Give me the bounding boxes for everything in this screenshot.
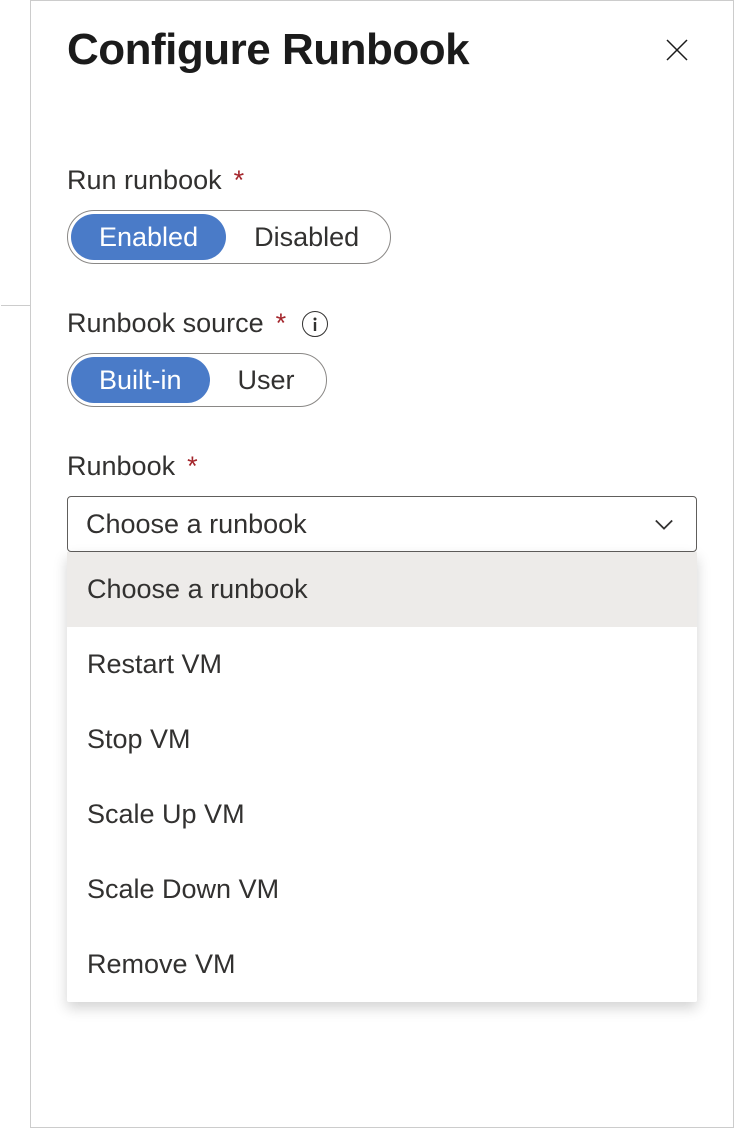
required-asterisk: * bbox=[276, 308, 287, 339]
runbook-dropdown-wrapper: Choose a runbook Choose a runbook Restar… bbox=[67, 496, 697, 552]
run-runbook-label-text: Run runbook bbox=[67, 165, 222, 196]
configure-runbook-panel: Configure Runbook Run runbook * Enabled … bbox=[30, 0, 734, 1128]
runbook-source-user[interactable]: User bbox=[210, 357, 323, 403]
runbook-dropdown-list: Choose a runbook Restart VM Stop VM Scal… bbox=[67, 552, 697, 1002]
required-asterisk: * bbox=[187, 451, 198, 482]
runbook-dropdown-value: Choose a runbook bbox=[86, 509, 307, 540]
close-icon bbox=[662, 35, 692, 65]
required-asterisk: * bbox=[234, 165, 245, 196]
dropdown-item-choose[interactable]: Choose a runbook bbox=[67, 552, 697, 627]
run-runbook-enabled[interactable]: Enabled bbox=[71, 214, 226, 260]
run-runbook-label: Run runbook * bbox=[67, 165, 697, 196]
chevron-down-icon bbox=[650, 510, 678, 538]
runbook-label: Runbook * bbox=[67, 451, 697, 482]
runbook-source-builtin[interactable]: Built-in bbox=[71, 357, 210, 403]
dropdown-item-scale-up-vm[interactable]: Scale Up VM bbox=[67, 777, 697, 852]
dropdown-item-stop-vm[interactable]: Stop VM bbox=[67, 702, 697, 777]
runbook-source-field: Runbook source * Built-in User bbox=[67, 308, 697, 407]
info-icon[interactable] bbox=[302, 311, 328, 337]
run-runbook-toggle: Enabled Disabled bbox=[67, 210, 391, 264]
run-runbook-field: Run runbook * Enabled Disabled bbox=[67, 165, 697, 264]
left-border-stub bbox=[1, 276, 31, 306]
runbook-field: Runbook * Choose a runbook Choose a runb… bbox=[67, 451, 697, 552]
dropdown-item-remove-vm[interactable]: Remove VM bbox=[67, 927, 697, 1002]
runbook-source-label-text: Runbook source bbox=[67, 308, 264, 339]
dropdown-item-scale-down-vm[interactable]: Scale Down VM bbox=[67, 852, 697, 927]
panel-header: Configure Runbook bbox=[67, 25, 697, 75]
runbook-source-label: Runbook source * bbox=[67, 308, 697, 339]
runbook-label-text: Runbook bbox=[67, 451, 175, 482]
runbook-dropdown[interactable]: Choose a runbook bbox=[67, 496, 697, 552]
run-runbook-disabled[interactable]: Disabled bbox=[226, 214, 387, 260]
close-button[interactable] bbox=[657, 30, 697, 70]
panel-title: Configure Runbook bbox=[67, 25, 469, 75]
runbook-source-toggle: Built-in User bbox=[67, 353, 327, 407]
dropdown-item-restart-vm[interactable]: Restart VM bbox=[67, 627, 697, 702]
